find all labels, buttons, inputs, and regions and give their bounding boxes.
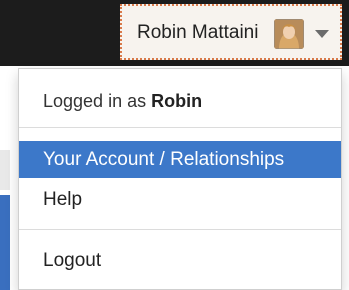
menu-item-help[interactable]: Help (19, 181, 341, 218)
user-name: Robin Mattaini (137, 22, 259, 43)
logged-in-status: Logged in as Robin (43, 91, 202, 112)
background-panel-accent (0, 195, 10, 290)
top-navbar: Robin Mattaini (0, 0, 349, 66)
logged-in-prefix: Logged in as (43, 91, 152, 111)
divider (19, 229, 341, 230)
logged-in-user: Robin (151, 91, 203, 111)
menu-item-your-account[interactable]: Your Account / Relationships (19, 141, 341, 178)
user-dropdown-menu: Logged in as Robin Your Account / Relati… (18, 68, 342, 290)
avatar (274, 19, 304, 49)
user-menu-toggle[interactable]: Robin Mattaini (120, 4, 342, 60)
menu-item-logout[interactable]: Logout (19, 242, 341, 279)
divider (19, 127, 341, 128)
chevron-down-icon[interactable] (315, 30, 329, 38)
background-panel (0, 150, 10, 190)
